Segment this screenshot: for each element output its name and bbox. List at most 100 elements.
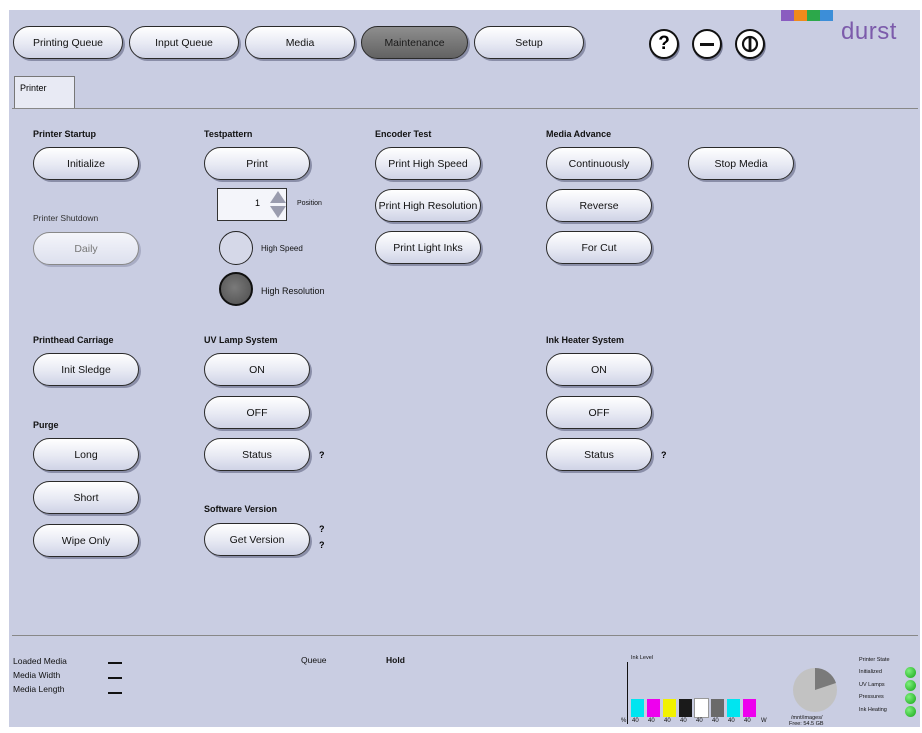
logo-bar-blue	[820, 10, 833, 21]
step-up-icon[interactable]	[270, 191, 286, 203]
logo-bar-green	[807, 10, 820, 21]
ink-level-bar-7	[727, 699, 740, 717]
testpattern-print-button[interactable]: Print	[204, 147, 310, 180]
printer-maintenance-panel: Printer Startup Initialize Printer Shutd…	[12, 108, 918, 636]
get-version-button[interactable]: Get Version	[204, 523, 310, 556]
ink-level-value-1: 40	[632, 718, 639, 724]
nav-setup-button[interactable]: Setup	[474, 26, 584, 59]
ink-heater-off-button[interactable]: OFF	[546, 396, 652, 429]
uv-lamp-on-button[interactable]: ON	[204, 353, 310, 386]
ink-level-value-6: 40	[712, 718, 719, 724]
state-ink-heating-label: Ink Heating	[859, 707, 887, 713]
init-sledge-button[interactable]: Init Sledge	[33, 353, 139, 386]
loaded-media-value	[108, 662, 122, 664]
print-light-inks-button[interactable]: Print Light Inks	[375, 231, 481, 264]
printhead-carriage-heading: Printhead Carriage	[33, 335, 114, 345]
ink-level-bar-4	[679, 699, 692, 717]
ink-level-value-4: 40	[680, 718, 687, 724]
app-window: Printing Queue Input Queue Media Mainten…	[9, 10, 920, 727]
ink-level-bar-5	[694, 698, 709, 718]
nav-input-queue-button[interactable]: Input Queue	[129, 26, 239, 59]
nav-media-button[interactable]: Media	[245, 26, 355, 59]
position-stepper[interactable]: 1	[217, 188, 287, 221]
ink-level-bar-6	[711, 699, 724, 717]
state-ink-heating-led	[905, 706, 916, 717]
queue-status-value: Hold	[386, 655, 405, 665]
for-cut-button[interactable]: For Cut	[546, 231, 652, 264]
disk-free: Free: 54.5 GB	[789, 721, 824, 727]
ink-level-value-7: 40	[728, 718, 735, 724]
high-speed-radio[interactable]	[219, 231, 253, 265]
position-value[interactable]: 1	[222, 198, 260, 208]
uv-lamp-off-button[interactable]: OFF	[204, 396, 310, 429]
stop-media-button[interactable]: Stop Media	[688, 147, 794, 180]
logo-bar-orange	[794, 10, 807, 21]
media-advance-heading: Media Advance	[546, 129, 612, 139]
ink-level-value-8: 40	[744, 718, 751, 724]
media-length-label: Media Length	[13, 684, 65, 694]
ink-level-value-5: 40	[696, 718, 703, 724]
continuously-button[interactable]: Continuously	[546, 147, 652, 180]
logo-bar-purple	[781, 10, 794, 21]
print-high-resolution-button[interactable]: Print High Resolution	[375, 189, 481, 222]
state-pressures-label: Pressures	[859, 694, 884, 700]
ink-heater-heading: Ink Heater System	[546, 335, 625, 345]
state-uv-lamps-led	[905, 680, 916, 691]
software-version-value-2: ?	[319, 540, 325, 550]
media-width-label: Media Width	[13, 670, 61, 680]
printer-startup-heading: Printer Startup	[33, 129, 97, 139]
purge-short-button[interactable]: Short	[33, 481, 139, 514]
high-speed-label: High Speed	[261, 244, 303, 253]
state-initialized-led	[905, 667, 916, 678]
purge-long-button[interactable]: Long	[33, 438, 139, 471]
durst-logo-bars	[781, 10, 833, 21]
testpattern-heading: Testpattern	[204, 129, 253, 139]
ink-axis-unit: %	[621, 718, 627, 724]
media-width-value	[108, 677, 122, 679]
loaded-media-label: Loaded Media	[13, 656, 67, 666]
initialize-button[interactable]: Initialize	[33, 147, 139, 180]
uv-lamp-heading: UV Lamp System	[204, 335, 278, 345]
power-button[interactable]	[735, 29, 765, 59]
disk-usage-pie	[793, 667, 837, 712]
ink-heater-status-value: ?	[661, 450, 667, 460]
high-resolution-radio[interactable]	[219, 272, 253, 306]
ink-level-value-2: 40	[648, 718, 655, 724]
status-bar: Loaded Media Media Width Media Length Qu…	[9, 638, 920, 727]
print-high-speed-button[interactable]: Print High Speed	[375, 147, 481, 180]
ink-heater-on-button[interactable]: ON	[546, 353, 652, 386]
nav-maintenance-button[interactable]: Maintenance	[361, 26, 468, 59]
nav-printing-queue-button[interactable]: Printing Queue	[13, 26, 123, 59]
ink-level-bar-3	[663, 699, 676, 717]
power-icon	[741, 35, 759, 53]
wipe-only-button[interactable]: Wipe Only	[33, 524, 139, 557]
state-pressures-led	[905, 693, 916, 704]
ink-level-axis	[627, 662, 628, 724]
ink-level-label: Ink Level	[631, 655, 654, 661]
daily-shutdown-button[interactable]: Daily	[33, 232, 139, 265]
queue-label: Queue	[301, 655, 327, 665]
encoder-test-heading: Encoder Test	[375, 129, 432, 139]
minimize-button[interactable]	[692, 29, 722, 59]
printer-shutdown-heading: Printer Shutdown	[33, 213, 99, 223]
printer-state-label: Printer State	[859, 657, 890, 663]
position-label: Position	[297, 200, 322, 207]
ink-level-bar-1	[631, 699, 644, 717]
tab-printer[interactable]: Printer	[14, 76, 75, 109]
ink-level-bar-2	[647, 699, 660, 717]
state-uv-lamps-label: UV Lamps	[859, 682, 885, 688]
ink-axis-end: W	[761, 718, 767, 724]
ink-heater-status-button[interactable]: Status	[546, 438, 652, 471]
software-version-heading: Software Version	[204, 504, 278, 514]
step-down-icon[interactable]	[270, 206, 286, 218]
uv-lamp-status-button[interactable]: Status	[204, 438, 310, 471]
purge-heading: Purge	[33, 420, 59, 430]
minus-icon	[700, 42, 714, 46]
uv-lamp-status-value: ?	[319, 450, 325, 460]
ink-level-bar-8	[743, 699, 756, 717]
high-resolution-label: High Resolution	[261, 286, 325, 296]
ink-level-value-3: 40	[664, 718, 671, 724]
help-button[interactable]: ?	[649, 29, 679, 59]
media-length-value	[108, 692, 122, 694]
reverse-button[interactable]: Reverse	[546, 189, 652, 222]
